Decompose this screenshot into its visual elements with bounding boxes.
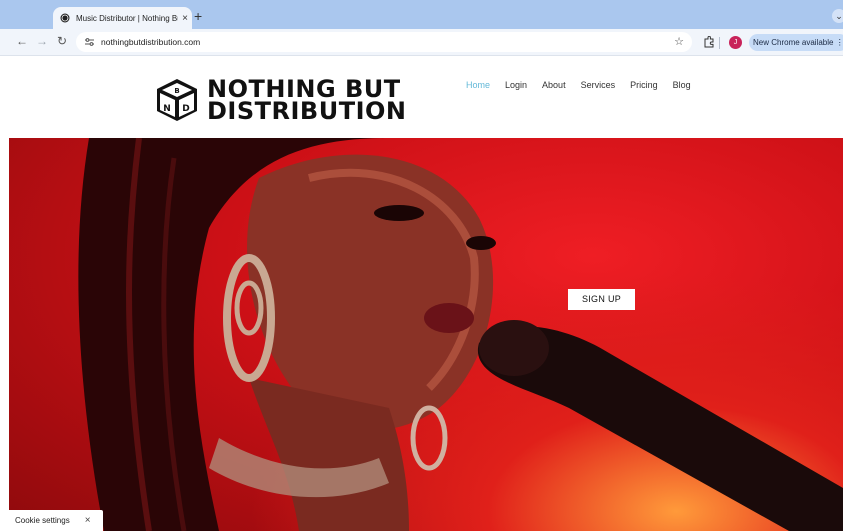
logo-line-2: DISTRIBUTION xyxy=(207,97,407,125)
main-nav: Home Login About Services Pricing Blog xyxy=(466,80,706,90)
globe-icon xyxy=(60,13,70,23)
toolbar-separator xyxy=(719,37,720,49)
profile-avatar[interactable]: J xyxy=(729,36,742,49)
browser-toolbar: ← → ↻ nothingbutdistribution.com ☆ xyxy=(0,29,843,56)
svg-text:N: N xyxy=(163,104,171,114)
nav-about[interactable]: About xyxy=(542,80,566,90)
nav-blog[interactable]: Blog xyxy=(673,80,691,90)
browser-tab[interactable]: Music Distributor | Nothing But × xyxy=(53,7,192,29)
extensions-icon[interactable] xyxy=(703,36,715,48)
browser-tab-bar: Music Distributor | Nothing But × + ⌄ xyxy=(0,0,843,29)
forward-icon[interactable]: → xyxy=(36,34,48,48)
nav-home[interactable]: Home xyxy=(466,80,490,90)
nav-services[interactable]: Services xyxy=(581,80,616,90)
tab-search-button[interactable]: ⌄ xyxy=(832,9,843,23)
tab-close-button[interactable]: × xyxy=(178,13,192,24)
new-tab-button[interactable]: + xyxy=(194,8,202,24)
address-bar[interactable]: nothingbutdistribution.com ☆ xyxy=(76,32,692,52)
nav-login[interactable]: Login xyxy=(505,80,527,90)
cookie-settings-bar: Cookie settings × xyxy=(0,510,103,531)
sign-up-button[interactable]: SIGN UP xyxy=(568,289,635,310)
menu-icon: ⋮ xyxy=(835,38,843,47)
tab-title: Music Distributor | Nothing But xyxy=(76,13,178,23)
hero-image: SIGN UP xyxy=(9,138,843,531)
cookie-settings-button[interactable]: Cookie settings xyxy=(15,516,70,525)
update-label: New Chrome available xyxy=(753,38,834,47)
singer-illustration xyxy=(78,138,843,531)
cube-logo-icon: B N D xyxy=(157,79,197,121)
star-icon[interactable]: ☆ xyxy=(674,35,684,48)
update-chrome-button[interactable]: New Chrome available ⋮ xyxy=(749,34,843,51)
site-header xyxy=(0,56,843,138)
svg-text:B: B xyxy=(174,87,179,95)
back-icon[interactable]: ← xyxy=(16,34,28,48)
site-settings-icon[interactable] xyxy=(84,37,95,47)
logo-wordmark: NOTHING BUT DISTRIBUTION xyxy=(207,77,407,125)
cookie-close-icon[interactable]: × xyxy=(85,515,91,526)
url-text: nothingbutdistribution.com xyxy=(101,37,201,47)
site-logo[interactable]: B N D NOTHING BUT DISTRIBUTION xyxy=(155,77,407,123)
reload-icon[interactable]: ↻ xyxy=(57,34,67,48)
svg-text:D: D xyxy=(182,104,189,114)
nav-pricing[interactable]: Pricing xyxy=(630,80,658,90)
